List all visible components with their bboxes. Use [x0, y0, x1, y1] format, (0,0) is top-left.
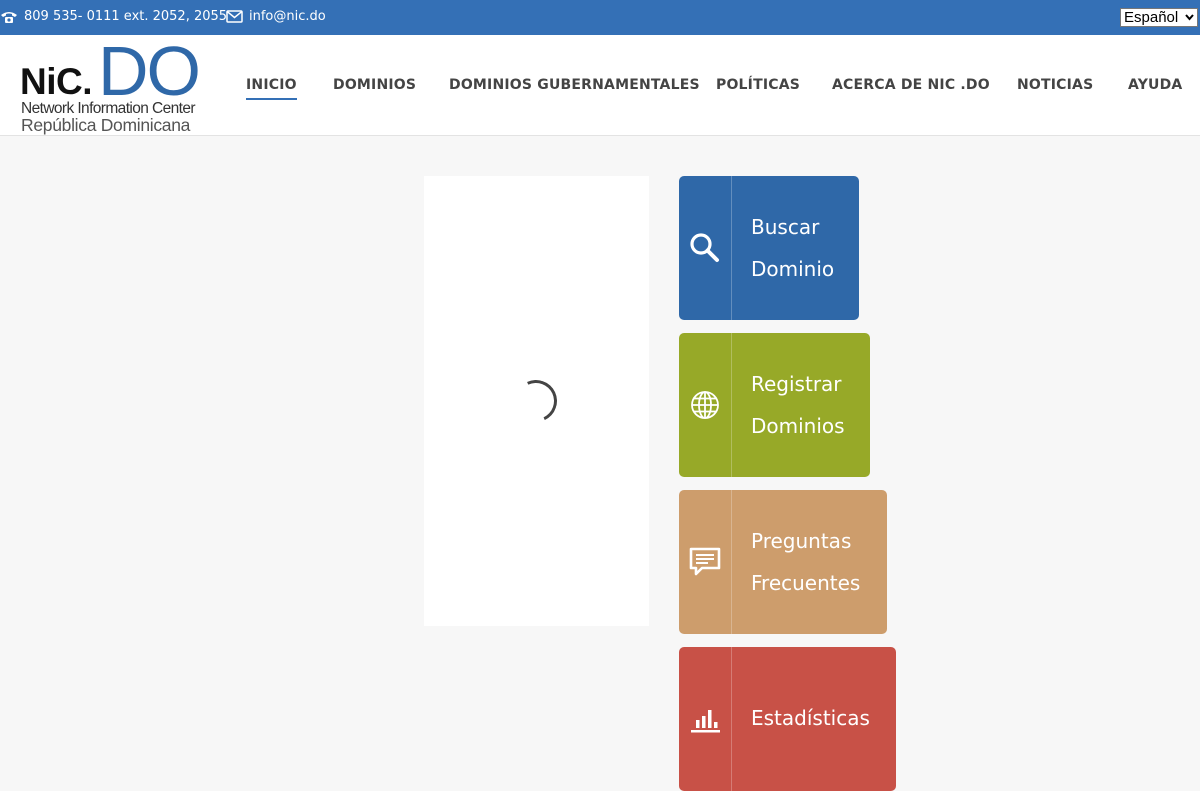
tile-label-line2: Frecuentes [751, 571, 861, 595]
search-icon [679, 176, 732, 320]
nav-item-politicas[interactable]: POLÍTICAS [716, 77, 800, 93]
buscar-dominio-button[interactable]: Buscar Dominio [679, 176, 859, 320]
email-address: info@nic.do [249, 9, 326, 24]
email-contact[interactable]: info@nic.do [226, 9, 326, 24]
site-header: NiC. DO Network Information Center Repúb… [0, 32, 1200, 136]
nav-item-dominios[interactable]: DOMINIOS [333, 77, 416, 93]
registrar-dominios-button[interactable]: Registrar Dominios [679, 333, 870, 477]
top-contact-bar: 809 535- 0111 ext. 2052, 2055 info@nic.d… [0, 0, 1200, 35]
logo-country: República Dominicana [21, 115, 191, 135]
tile-label-line1: Registrar [751, 372, 842, 396]
logo-do: DO [98, 32, 201, 110]
bar-chart-icon [679, 647, 732, 791]
nav-item-ayuda[interactable]: AYUDA [1128, 77, 1182, 93]
language-value: Español [1124, 9, 1179, 26]
chevron-down-icon [1185, 10, 1194, 24]
phone-icon [0, 10, 18, 24]
loading-spinner-icon [509, 374, 563, 428]
envelope-icon [226, 10, 243, 23]
nic-do-logo[interactable]: NiC. DO Network Information Center Repúb… [20, 32, 220, 135]
globe-icon [679, 333, 732, 477]
nav-item-inicio[interactable]: INICIO [246, 77, 297, 100]
logo-nic: NiC. [20, 61, 93, 102]
tile-label-line1: Preguntas [751, 529, 852, 553]
phone-number: 809 535- 0111 ext. 2052, 2055 [24, 9, 228, 24]
preguntas-frecuentes-button[interactable]: Preguntas Frecuentes [679, 490, 887, 634]
tile-label-line2: Dominio [751, 257, 835, 281]
nav-item-acerca[interactable]: ACERCA DE NIC .DO [832, 77, 990, 93]
language-select[interactable]: Español [1120, 8, 1198, 27]
nav-item-noticias[interactable]: NOTICIAS [1017, 77, 1093, 93]
tile-label-line1: Estadísticas [751, 706, 870, 730]
tile-label-line2: Dominios [751, 414, 845, 438]
phone-contact[interactable]: 809 535- 0111 ext. 2052, 2055 [0, 9, 227, 24]
chat-icon [679, 490, 732, 634]
tile-label-line1: Buscar [751, 215, 820, 239]
content-loading-panel [424, 176, 649, 626]
nav-item-dominios-gubernamentales[interactable]: DOMINIOS GUBERNAMENTALES [449, 77, 700, 93]
estadisticas-button[interactable]: Estadísticas [679, 647, 896, 791]
